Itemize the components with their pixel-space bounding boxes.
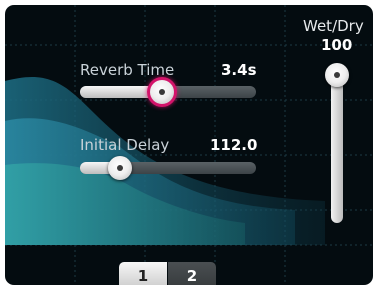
knob-center-dot [117,165,123,171]
initial-delay-slider[interactable] [80,162,256,174]
wet-dry-value: 100 [321,36,353,54]
initial-delay-label: Initial Delay [80,136,170,154]
reverb-panel: Reverb Time 3.4s Initial Delay 112.0 Wet… [5,5,373,285]
initial-delay-knob[interactable] [108,156,132,180]
initial-delay-value: 112.0 [210,136,258,154]
wet-dry-slider[interactable] [331,67,343,223]
knob-center-dot [159,89,165,95]
reverb-time-value: 3.4s [221,61,257,79]
reverb-envelope-graphic [5,5,373,285]
page-1-button[interactable]: 1 [119,262,167,285]
wet-dry-label: Wet/Dry [303,17,364,35]
page-2-button[interactable]: 2 [168,262,216,285]
reverb-time-knob[interactable] [147,77,177,107]
knob-center-dot [334,72,340,78]
wet-dry-knob[interactable] [325,63,349,87]
